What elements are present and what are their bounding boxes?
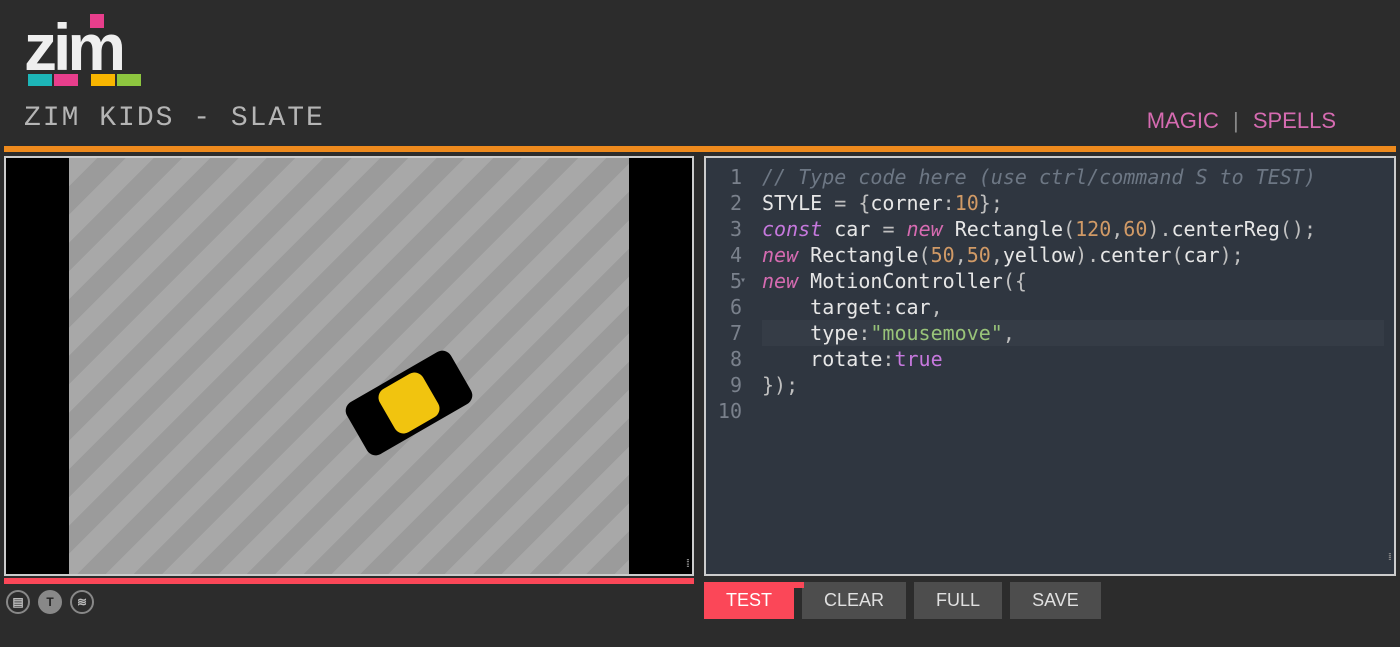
link-separator: | xyxy=(1233,108,1239,133)
car-sprite[interactable] xyxy=(342,347,476,459)
breadcrumb: ZIM KIDS - SLATE xyxy=(24,103,325,134)
preview-canvas[interactable]: ⁞⁞ xyxy=(4,156,694,576)
tool-icon-1[interactable]: ▤ xyxy=(6,590,30,614)
tool-icon-3[interactable]: ≋ xyxy=(70,590,94,614)
spells-link[interactable]: SPELLS xyxy=(1253,108,1336,133)
stage-background xyxy=(69,158,629,574)
resize-grip-icon[interactable]: ⁞⁞ xyxy=(686,558,688,570)
line-number-gutter: 12345678910 xyxy=(706,158,752,574)
clear-button[interactable]: CLEAR xyxy=(802,582,906,619)
orange-divider xyxy=(4,146,1396,152)
car-inner xyxy=(375,369,443,437)
tool-icon-2[interactable]: T xyxy=(38,590,62,614)
zim-logo[interactable]: zim xyxy=(24,14,174,91)
resize-grip-icon[interactable]: ⁞⁞ xyxy=(1388,544,1390,570)
svg-text:zim: zim xyxy=(24,14,122,84)
fold-icon[interactable]: ▾ xyxy=(740,268,746,294)
code-area[interactable]: // Type code here (use ctrl/command S to… xyxy=(752,158,1394,574)
red-divider-right xyxy=(704,582,804,588)
magic-link[interactable]: MAGIC xyxy=(1147,108,1219,133)
save-button[interactable]: SAVE xyxy=(1010,582,1101,619)
code-editor[interactable]: 12345678910 // Type code here (use ctrl/… xyxy=(704,156,1396,576)
full-button[interactable]: FULL xyxy=(914,582,1002,619)
top-links: MAGIC | SPELLS xyxy=(1147,108,1376,134)
